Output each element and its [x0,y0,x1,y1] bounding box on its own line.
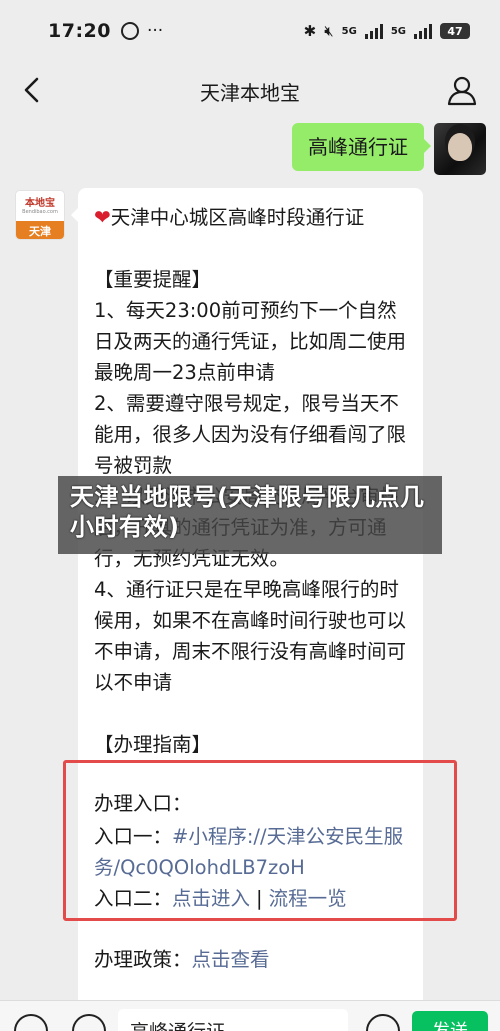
bot-logo-text: 本地宝 [25,197,55,209]
reminder-item-2: 2、需要遵守限号规定，限号当天不能用，很多人因为没有仔细看闯了限号被罚款 [94,392,407,477]
policy-row: 办理政策：点击查看 [94,948,270,971]
chevron-left-icon [24,77,39,103]
status-time: 17:20 [48,20,111,42]
voice-button[interactable] [14,1014,48,1031]
signal-icon-1 [364,23,383,39]
user-message-row: 高峰通行证 [292,123,486,175]
guide-title: 【办理指南】 [94,733,212,756]
emoji-button[interactable] [366,1014,400,1031]
bluetooth-icon: ✱ [303,22,317,40]
bot-avatar[interactable]: 本地宝 Bendibao.com 天津 [15,190,65,240]
caption-overlay: 天津当地限号(天津限号限几点几小时有效) [58,476,442,554]
message-input[interactable]: 高峰通行证 [118,1009,348,1031]
bot-logo-city: 天津 [16,221,64,239]
reminder-item-1: 1、每天23:00前可预约下一个自然日及两天的通行凭证，比如周二使用最晚周一23… [94,299,407,384]
status-bar: 17:20 ··· ✱ 🔇︎ 5G 5G 47 [0,0,500,62]
user-avatar[interactable] [434,123,486,175]
soul-app-icon [120,22,139,40]
person-icon [447,76,477,106]
signal-icon-2 [414,23,432,39]
chat-header: 天津本地宝 [0,62,500,120]
reminder-title: 【重要提醒】 [94,268,212,291]
heart-icon: ❤︎ [94,205,111,229]
caption-text: 天津当地限号(天津限号限几点几小时有效) [70,483,425,541]
profile-button[interactable] [446,74,478,106]
battery-icon: 47 [440,23,470,39]
back-button[interactable] [16,74,48,106]
message-heading: ❤︎天津中心城区高峰时段通行证 [94,205,365,229]
policy-link[interactable]: 点击查看 [192,948,270,971]
reminder-item-4: 4、通行证只是在早晚高峰限行的时候用，如果不在高峰时间行驶也可以不申请，周末不限… [94,578,407,694]
bot-logo-url: Bendibao.com [22,208,58,215]
more-dots: ··· [146,21,164,41]
chat-title: 天津本地宝 [200,80,300,105]
input-bar: 高峰通行证 发送 [0,1000,500,1031]
network-label-1: 5G [341,25,357,37]
user-message-bubble[interactable]: 高峰通行证 [292,123,431,171]
voice-wave-button[interactable] [72,1014,106,1031]
highlight-box [63,760,457,921]
mute-icon: 🔇︎ [324,22,334,40]
network-label-2: 5G [390,25,406,37]
send-button[interactable]: 发送 [412,1011,488,1031]
